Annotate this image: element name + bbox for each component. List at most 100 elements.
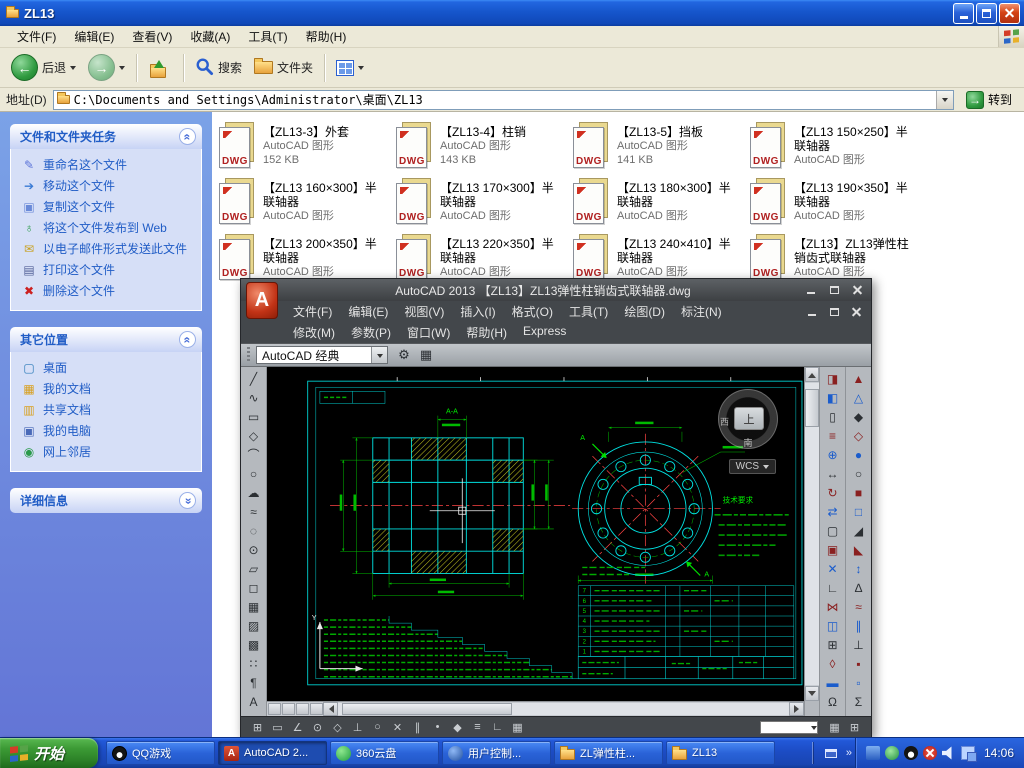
tool-icon[interactable]: ≈: [243, 502, 265, 521]
taskbar-button[interactable]: 用户控制...: [442, 741, 551, 765]
tool-icon[interactable]: ∟: [822, 578, 844, 597]
viewcube[interactable]: 西 上 南: [718, 389, 778, 449]
taskbar-button[interactable]: ZL弹性柱...: [554, 741, 663, 765]
tool-icon[interactable]: ▫: [848, 673, 870, 692]
scroll-track[interactable]: [338, 703, 789, 715]
address-dropdown-button[interactable]: [936, 91, 953, 109]
file-tile[interactable]: DWG 【ZL13 170×300】半联轴器 AutoCAD 图形: [395, 178, 572, 234]
tool-icon[interactable]: ◇: [329, 719, 346, 735]
messenger-icon[interactable]: [866, 746, 880, 760]
layout-tab-button[interactable]: [296, 703, 309, 715]
tool-icon[interactable]: ⊙: [309, 719, 326, 735]
tool-icon[interactable]: ◣: [848, 540, 870, 559]
tool-icon[interactable]: ◫: [822, 616, 844, 635]
chevron-down-icon[interactable]: [179, 492, 196, 509]
views-dropdown-caret[interactable]: [358, 66, 364, 73]
folders-button[interactable]: 文件夹: [249, 57, 318, 78]
tool-icon[interactable]: •: [429, 719, 446, 735]
dropdown-arrow-icon[interactable]: [371, 347, 387, 363]
tool-icon[interactable]: ▲: [848, 369, 870, 388]
scroll-left-button[interactable]: [323, 702, 338, 716]
menu-item[interactable]: 工具(T): [561, 301, 616, 322]
menu-item[interactable]: 帮助(H): [458, 322, 515, 343]
tool-icon[interactable]: ∟: [489, 719, 506, 735]
tool-icon[interactable]: ✕: [822, 559, 844, 578]
tool-icon[interactable]: ◢: [848, 521, 870, 540]
tool-icon[interactable]: ⇄: [822, 502, 844, 521]
task-item[interactable]: ✎ 重命名这个文件: [19, 155, 197, 176]
scroll-right-button[interactable]: [789, 702, 804, 716]
tool-icon[interactable]: ▭: [269, 719, 286, 735]
autocad-logo-icon[interactable]: A: [246, 282, 278, 319]
minimize-button[interactable]: [801, 282, 821, 298]
menu-item[interactable]: 插入(I): [452, 301, 503, 322]
forward-dropdown-caret[interactable]: [119, 66, 125, 73]
task-item[interactable]: ✖ 删除这个文件: [19, 281, 197, 302]
tool-icon[interactable]: ✕: [389, 719, 406, 735]
tool-icon[interactable]: ⊥: [349, 719, 366, 735]
file-tile[interactable]: DWG 【ZL13-3】外套 AutoCAD 图形 152 KB: [218, 122, 395, 178]
tool-icon[interactable]: ▢: [822, 521, 844, 540]
antivirus-icon[interactable]: [885, 746, 899, 760]
menu-item[interactable]: 绘图(D): [616, 301, 673, 322]
place-item[interactable]: ▣ 我的电脑: [19, 421, 197, 442]
volume-icon[interactable]: [942, 746, 956, 760]
minimize-button[interactable]: [953, 3, 974, 24]
tool-icon[interactable]: ▩: [243, 635, 265, 654]
viewcube-west-label[interactable]: 西: [720, 415, 729, 428]
file-tile[interactable]: DWG 【ZL13 150×250】半联轴器 AutoCAD 图形: [749, 122, 926, 178]
tool-icon[interactable]: ∆: [848, 578, 870, 597]
tool-icon[interactable]: ≡: [469, 719, 486, 735]
tool-icon[interactable]: ◨: [822, 369, 844, 388]
menu-item[interactable]: 窗口(W): [399, 322, 458, 343]
menu-item[interactable]: 文件(F): [285, 301, 340, 322]
viewcube-top-button[interactable]: 上: [734, 407, 764, 430]
tool-icon[interactable]: ⊙: [243, 540, 265, 559]
tool-icon[interactable]: ○: [243, 464, 265, 483]
tool-icon[interactable]: ☁: [243, 483, 265, 502]
file-tasks-header[interactable]: 文件和文件夹任务: [10, 124, 202, 149]
task-item[interactable]: ♁ 将这个文件发布到 Web: [19, 218, 197, 239]
menu-item[interactable]: 查看(V): [123, 26, 181, 47]
menu-item[interactable]: 视图(V): [396, 301, 452, 322]
menu-item[interactable]: Express: [515, 322, 574, 343]
document-minimize-button[interactable]: [802, 304, 822, 320]
back-dropdown-caret[interactable]: [70, 66, 76, 73]
layout-tab-button[interactable]: [268, 703, 281, 715]
viewcube-south-label[interactable]: 南: [743, 436, 752, 449]
tool-icon[interactable]: ≡: [822, 426, 844, 445]
workspace-dropdown[interactable]: AutoCAD 经典: [256, 346, 388, 364]
network-icon[interactable]: [961, 746, 975, 760]
tool-icon[interactable]: ↻: [822, 483, 844, 502]
tool-icon[interactable]: ╱: [243, 369, 265, 388]
tool-icon[interactable]: ▬: [822, 673, 844, 692]
qq-tray-icon[interactable]: [904, 746, 918, 760]
menu-item[interactable]: 收藏(A): [181, 26, 239, 47]
file-tile[interactable]: DWG 【ZL13-4】柱销 AutoCAD 图形 143 KB: [395, 122, 572, 178]
file-tile[interactable]: DWG 【ZL13-5】挡板 AutoCAD 图形 141 KB: [572, 122, 749, 178]
bottom-combo-box[interactable]: [760, 721, 818, 734]
tool-icon[interactable]: A: [243, 692, 265, 711]
menu-item[interactable]: 编辑(E): [340, 301, 396, 322]
file-tile[interactable]: DWG 【ZL13 180×300】半联轴器 AutoCAD 图形: [572, 178, 749, 234]
close-button[interactable]: [999, 3, 1020, 24]
tool-icon[interactable]: ▱: [243, 559, 265, 578]
document-restore-button[interactable]: [824, 304, 844, 320]
taskbar-button[interactable]: 360云盘: [330, 741, 439, 765]
taskbar-button[interactable]: ZL13: [666, 741, 775, 765]
back-button[interactable]: 后退: [6, 52, 81, 83]
tool-icon[interactable]: □: [848, 502, 870, 521]
tool-icon[interactable]: ■: [848, 483, 870, 502]
maximize-button[interactable]: [824, 282, 844, 298]
tool-icon[interactable]: ▯: [822, 407, 844, 426]
views-button[interactable]: [331, 58, 369, 78]
tool-icon[interactable]: ◻: [243, 578, 265, 597]
toolbar-grip[interactable]: [247, 347, 250, 363]
document-close-button[interactable]: [846, 304, 866, 320]
up-button[interactable]: [143, 56, 177, 80]
tool-icon[interactable]: ◆: [848, 407, 870, 426]
tool-icon[interactable]: ◇: [243, 426, 265, 445]
menu-item[interactable]: 修改(M): [285, 322, 343, 343]
taskbar-button[interactable]: A AutoCAD 2...: [218, 741, 327, 765]
tool-icon[interactable]: ↔: [822, 464, 844, 483]
